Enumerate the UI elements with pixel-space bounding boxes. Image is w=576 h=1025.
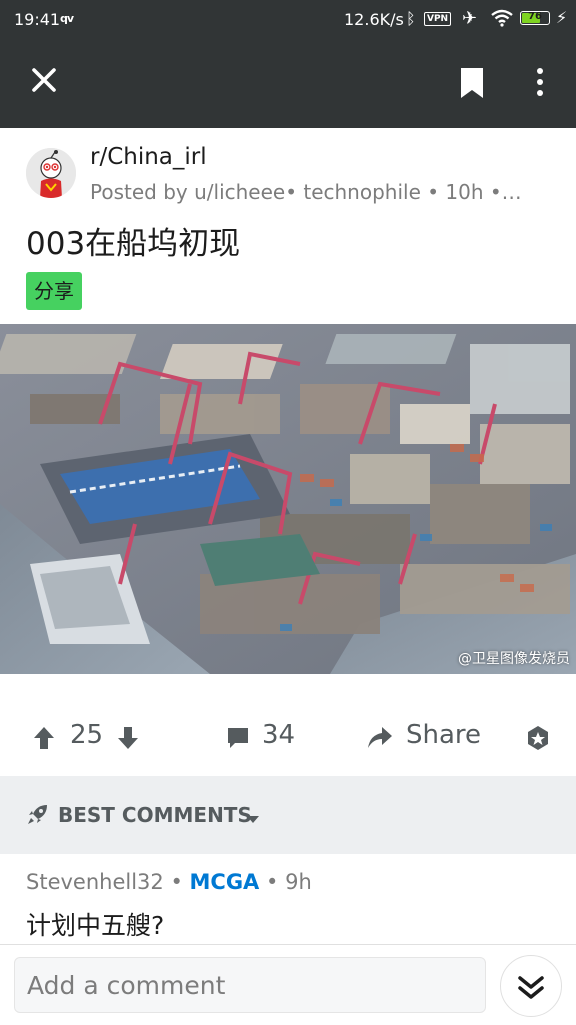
battery-icon: 76 (520, 11, 550, 25)
app-indicator: qv (60, 12, 74, 25)
downvote-icon[interactable] (116, 722, 140, 752)
comment-icon[interactable] (226, 722, 250, 752)
comment-author-flair: MCGA (189, 870, 260, 894)
wifi-icon (490, 9, 514, 31)
sort-label: BEST COMMENTS (58, 803, 252, 827)
post-title: 003在船坞初现 (26, 226, 241, 262)
subreddit-name[interactable]: r/China_irl (90, 144, 207, 170)
meta-separator: • (266, 870, 286, 894)
share-button[interactable]: Share (406, 720, 481, 750)
close-icon[interactable] (28, 64, 60, 96)
vote-count: 25 (70, 720, 104, 750)
bluetooth-icon: ᛒ (406, 9, 416, 28)
network-rate: 12.6K/s (344, 10, 404, 29)
post-actions: 25 34 Share (0, 706, 576, 770)
battery-level: 76 (528, 11, 542, 22)
comment-author[interactable]: Stevenhell32 (26, 870, 164, 894)
comment-item[interactable]: Stevenhell32 • MCGA • 9h 计划中五艘? (0, 854, 576, 944)
comment-sort-bar[interactable]: BEST COMMENTS (0, 776, 576, 854)
status-time: 19:41 (14, 10, 61, 29)
comment-age: 9h (285, 870, 312, 894)
upvote-icon[interactable] (32, 722, 56, 752)
airplane-icon: ✈ (462, 8, 478, 29)
award-icon[interactable] (524, 722, 552, 752)
bookmark-icon[interactable] (458, 66, 486, 100)
subreddit-avatar[interactable] (26, 148, 76, 198)
comment-body: 计划中五艘? (26, 911, 165, 940)
image-watermark: @卫星图像发烧员 (458, 651, 570, 667)
rocket-icon (26, 802, 50, 830)
charging-icon: ⚡ (556, 8, 568, 27)
comment-composer-bar (0, 944, 576, 1025)
more-vertical-icon[interactable] (526, 66, 554, 100)
chevron-down-icon (246, 810, 260, 829)
double-chevron-down-icon (518, 976, 544, 999)
comment-input[interactable] (14, 957, 486, 1013)
comment-meta: Stevenhell32 • MCGA • 9h (26, 870, 312, 894)
meta-separator: • (170, 870, 190, 894)
post-flair: 分享 (26, 272, 82, 310)
comment-count: 34 (262, 720, 296, 750)
next-comment-button[interactable] (500, 955, 562, 1017)
post-meta: Posted by u/licheee• technophile • 10h •… (90, 180, 522, 204)
share-icon[interactable] (366, 722, 394, 752)
post-image[interactable]: @卫星图像发烧员 (0, 324, 576, 674)
top-toolbar (0, 38, 576, 128)
vpn-badge: VPN (424, 12, 452, 26)
status-bar: 19:41 qv 12.6K/s ᛒ VPN ✈ 76 ⚡ (0, 0, 576, 38)
